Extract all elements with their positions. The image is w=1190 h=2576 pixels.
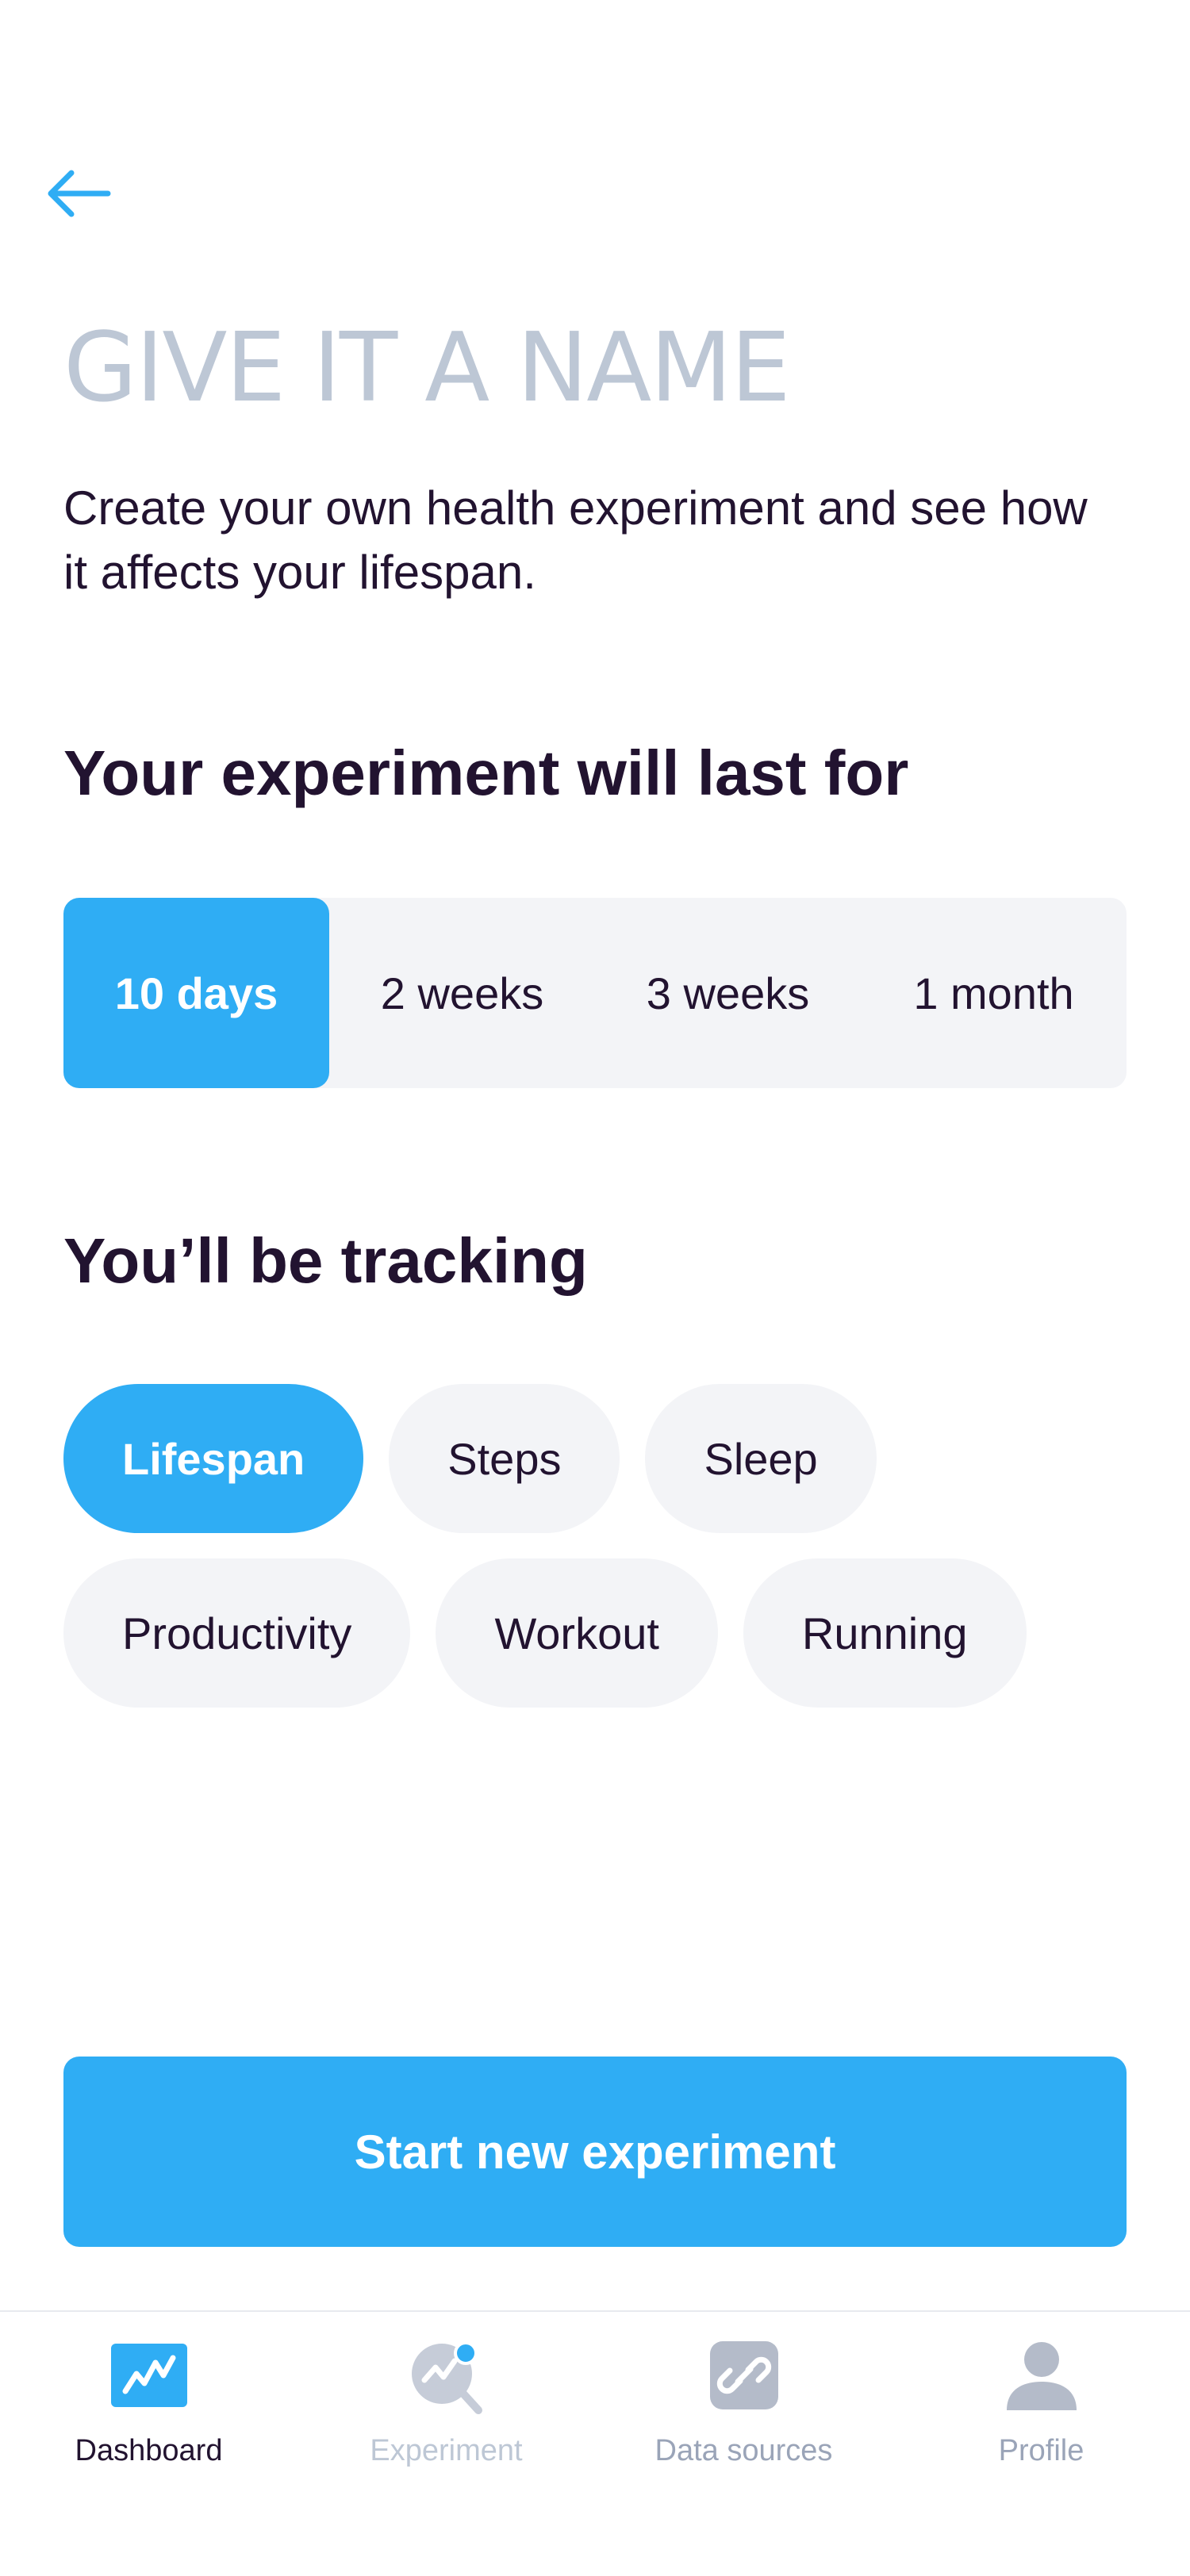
bottom-tab-bar: Dashboard Experiment Data sources Profil… (0, 2310, 1190, 2576)
page-subtitle: Create your own health experiment and se… (63, 481, 1088, 599)
experiment-icon (407, 2336, 486, 2415)
chip-sleep[interactable]: Sleep (645, 1384, 877, 1533)
tab-label-profile: Profile (998, 2434, 1084, 2467)
chip-workout[interactable]: Workout (436, 1558, 718, 1708)
link-icon (704, 2336, 784, 2415)
profile-icon (1002, 2336, 1081, 2415)
tracking-heading: You’ll be tracking (63, 1225, 588, 1296)
tab-dashboard[interactable]: Dashboard (0, 2312, 298, 2576)
start-experiment-button[interactable]: Start new experiment (63, 2057, 1127, 2247)
tab-label-data-sources: Data sources (654, 2434, 833, 2467)
page-title: GIVE IT A NAME (63, 313, 791, 424)
tab-label-experiment: Experiment (370, 2434, 523, 2467)
duration-option-3-weeks[interactable]: 3 weeks (595, 898, 861, 1088)
chip-steps[interactable]: Steps (389, 1384, 620, 1533)
duration-heading: Your experiment will last for (63, 738, 909, 808)
duration-option-10-days[interactable]: 10 days (63, 898, 329, 1088)
chip-productivity[interactable]: Productivity (63, 1558, 411, 1708)
tab-label-dashboard: Dashboard (75, 2434, 223, 2467)
duration-option-2-weeks[interactable]: 2 weeks (329, 898, 595, 1088)
back-button[interactable] (44, 165, 111, 222)
chip-lifespan[interactable]: Lifespan (63, 1384, 364, 1533)
tab-experiment[interactable]: Experiment (298, 2312, 595, 2576)
duration-selector: 10 days 2 weeks 3 weeks 1 month (63, 898, 1127, 1088)
chip-running[interactable]: Running (743, 1558, 1027, 1708)
tab-profile[interactable]: Profile (892, 2312, 1190, 2576)
dashboard-icon (109, 2336, 189, 2415)
experiment-setup-screen: GIVE IT A NAME Create your own health ex… (0, 0, 1190, 2576)
tab-data-sources[interactable]: Data sources (595, 2312, 892, 2576)
tracking-chip-group: Lifespan Steps Sleep Productivity Workou… (63, 1384, 1127, 1733)
back-arrow-icon (48, 170, 111, 217)
duration-option-1-month[interactable]: 1 month (861, 898, 1127, 1088)
